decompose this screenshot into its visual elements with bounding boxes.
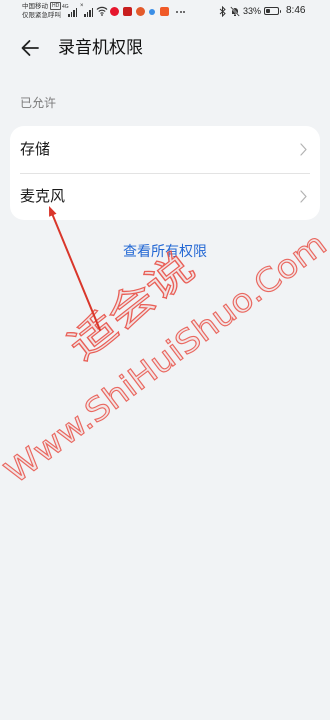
annotation-arrow — [49, 206, 101, 331]
weibo-notification-icon — [110, 7, 119, 16]
battery-icon — [264, 7, 281, 15]
watermark-brand: 适会说 — [60, 244, 203, 370]
page-title: 录音机权限 — [58, 38, 143, 57]
app-notification-icon — [160, 7, 169, 16]
arrow-left-icon[interactable] — [20, 38, 40, 58]
chevron-right-icon — [300, 143, 307, 156]
clock: 8:46 — [286, 5, 306, 16]
carrier-status: 仅限紧急呼叫 — [22, 12, 61, 19]
mute-bell-icon — [230, 6, 240, 17]
permission-label: 存储 — [20, 141, 51, 158]
bluetooth-icon — [219, 6, 226, 17]
hd-badge: HD — [50, 2, 62, 10]
battery-percent: 33% — [243, 6, 262, 16]
watermark: 适会说 Www.ShiHuiShuo.Com — [0, 224, 330, 491]
more-notifications-icon — [176, 11, 185, 13]
app-notification-icon — [149, 9, 155, 15]
chevron-right-icon — [300, 190, 307, 203]
watermark-url: Www.ShiHuiShuo.Com — [0, 225, 330, 491]
app-notification-icon — [136, 7, 145, 16]
wifi-icon — [96, 6, 108, 16]
carrier-info: 中国移动 HD 仅限紧急呼叫 — [22, 2, 62, 20]
app-notification-icon — [123, 7, 132, 16]
permission-item-microphone[interactable]: 麦克风 — [10, 173, 320, 220]
view-all-permissions-link[interactable]: 查看所有权限 — [0, 242, 330, 260]
permission-item-storage[interactable]: 存储 — [10, 126, 320, 173]
carrier-name: 中国移动 — [22, 3, 48, 10]
section-label-allowed: 已允许 — [20, 96, 57, 110]
signal-sim2-no-service-icon: × — [80, 3, 94, 17]
status-bar: 中国移动 HD 仅限紧急呼叫 4G × 33% 8:46 — [0, 0, 330, 24]
signal-sim1-icon: 4G — [62, 4, 78, 17]
permission-label: 麦克风 — [20, 188, 66, 205]
permission-list: 存储 麦克风 — [10, 126, 320, 220]
